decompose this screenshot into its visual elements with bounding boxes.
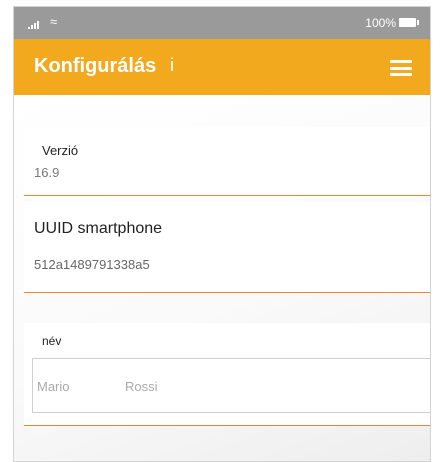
uuid-field: UUID smartphone 512a1489791338a5 (24, 202, 430, 293)
version-value: 16.9 (34, 165, 60, 180)
name-field: név Mario Rossi (24, 323, 430, 426)
wifi-icon: ≈ (50, 14, 58, 29)
uuid-label: UUID smartphone (34, 220, 163, 237)
app-bar: Konfigurálás i (14, 39, 430, 95)
version-label: Verzió (42, 143, 79, 158)
battery-icon (399, 18, 419, 27)
uuid-value: 512a1489791338a5 (34, 257, 150, 272)
first-name-value[interactable]: Mario (37, 379, 70, 394)
info-icon[interactable]: i (170, 55, 174, 76)
last-name-value[interactable]: Rossi (125, 379, 158, 394)
phone-frame: ≈ 100% Konfigurálás i Verzió 16.9 UUID s… (13, 6, 431, 462)
signal-icon (28, 17, 40, 29)
version-field: Verzió 16.9 (24, 127, 430, 196)
page-title: Konfigurálás (34, 55, 157, 77)
hamburger-menu-icon[interactable] (390, 60, 412, 76)
battery-percent: 100% (365, 16, 396, 30)
name-label: név (42, 334, 62, 348)
settings-content: Verzió 16.9 UUID smartphone 512a14897913… (14, 95, 430, 461)
name-input[interactable]: Mario Rossi (32, 358, 430, 413)
status-bar: ≈ 100% (14, 7, 430, 39)
